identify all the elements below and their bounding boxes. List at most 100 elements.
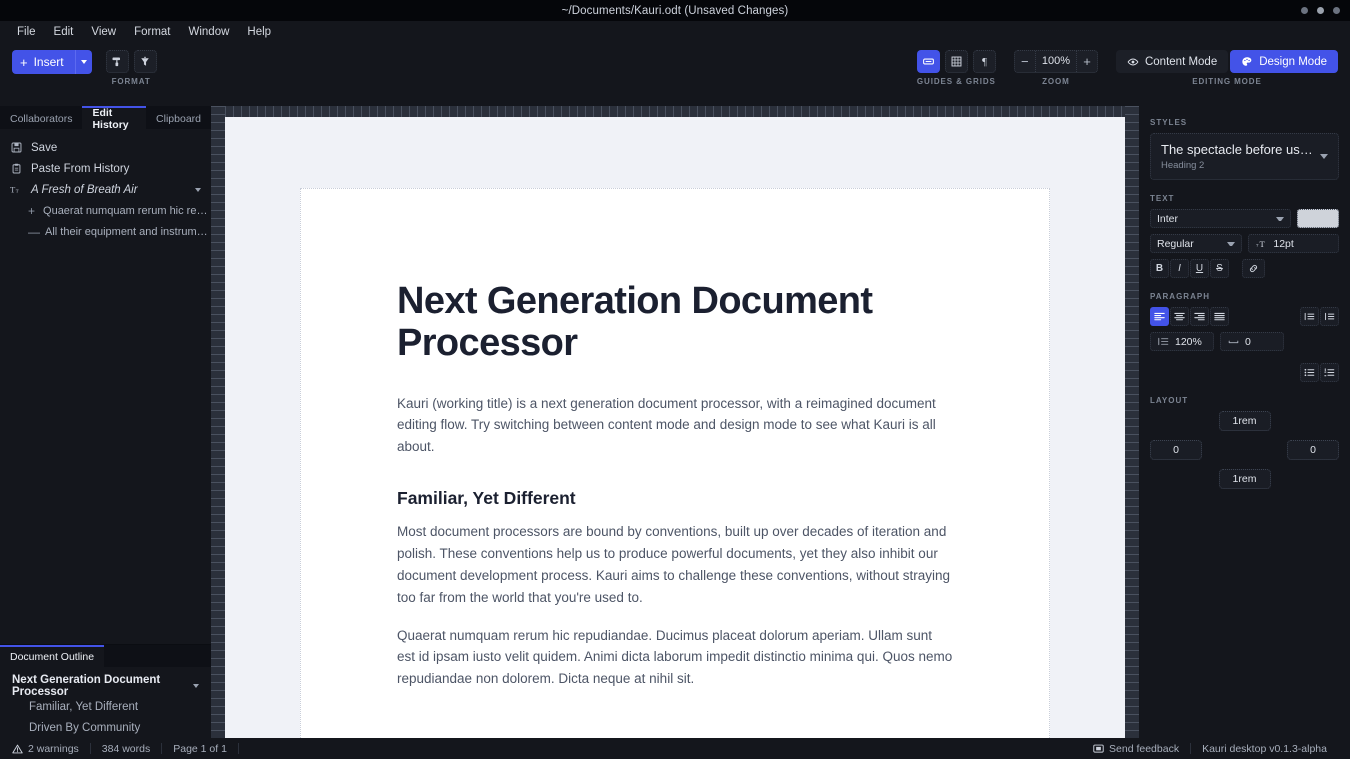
paint-format-button[interactable] (105, 50, 129, 73)
outline-tabs: Document Outline (0, 645, 211, 667)
content-mode-button[interactable]: Content Mode (1115, 50, 1229, 73)
align-justify-button[interactable] (1210, 307, 1229, 326)
document-outline-section: Document Outline Next Generation Documen… (0, 644, 211, 738)
insert-button[interactable]: + Insert (12, 50, 75, 74)
bold-label: B (1155, 263, 1164, 274)
menu-format[interactable]: Format (126, 24, 178, 40)
strikethrough-label: S (1216, 263, 1223, 274)
outline-root-item[interactable]: Next Generation Document Processor (0, 674, 211, 698)
line-height-input[interactable]: 120% (1150, 332, 1214, 351)
increase-indent-button[interactable] (1320, 307, 1339, 326)
menu-edit[interactable]: Edit (46, 24, 82, 40)
outline-item-familiar-yet-different[interactable]: Familiar, Yet Different (0, 696, 211, 717)
tab-edit-history[interactable]: Edit History (82, 106, 147, 131)
clear-format-button[interactable] (133, 50, 157, 73)
history-item-a-fresh-of-breath-air[interactable]: Tт A Fresh of Breath Air (0, 179, 211, 200)
align-right-button[interactable] (1190, 307, 1209, 326)
left-sidebar: Collaborators Edit History Clipboard Sav… (0, 106, 211, 738)
design-mode-button[interactable]: Design Mode (1230, 50, 1338, 73)
menu-file[interactable]: File (9, 24, 44, 40)
svg-text:т: т (1256, 242, 1259, 248)
paragraph-section: PARAGRAPH 120% 0 (1150, 292, 1339, 382)
status-version: Kauri desktop v0.1.3-alpha (1202, 742, 1327, 755)
outline-list: Next Generation Document Processor Famil… (0, 667, 211, 738)
title-bar: ~/Documents/Kauri.odt (Unsaved Changes) (0, 0, 1350, 21)
history-item-label: A Fresh of Breath Air (31, 183, 138, 196)
text-style-icon: Tт (10, 184, 23, 195)
margin-bottom-input[interactable]: 1rem (1218, 469, 1271, 489)
zoom-out-button[interactable]: − (1015, 51, 1035, 72)
italic-button[interactable]: I (1170, 259, 1189, 278)
document-page[interactable]: Next Generation Document Processor Kauri… (300, 188, 1050, 738)
font-weight-select[interactable]: Regular (1150, 234, 1243, 253)
window-title: ~/Documents/Kauri.odt (Unsaved Changes) (561, 4, 789, 17)
feedback-icon (1093, 744, 1104, 753)
font-family-select[interactable]: Inter (1150, 209, 1291, 228)
history-item-label: Save (31, 141, 58, 154)
status-warnings[interactable]: 2 warnings (12, 743, 90, 755)
chevron-down-icon[interactable] (193, 684, 199, 688)
insert-link-button[interactable] (1242, 259, 1265, 278)
history-item-label: Paste From History (31, 162, 130, 175)
numbered-list-button[interactable] (1320, 363, 1339, 382)
font-family-value: Inter (1157, 212, 1179, 225)
vertical-ruler-left (211, 106, 225, 738)
underline-button[interactable]: U (1190, 259, 1209, 278)
history-item-save[interactable]: Save (0, 137, 211, 158)
margin-right-input[interactable]: 0 (1287, 440, 1339, 460)
menu-window[interactable]: Window (181, 24, 238, 40)
style-selector[interactable]: The spectacle before us… Heading 2 (1150, 133, 1339, 180)
send-feedback-button[interactable]: Send feedback (1093, 743, 1190, 755)
font-size-input[interactable]: тT 12pt (1248, 234, 1339, 253)
menu-view[interactable]: View (83, 24, 124, 40)
send-feedback-label: Send feedback (1109, 742, 1180, 755)
tab-document-outline[interactable]: Document Outline (0, 645, 105, 667)
tab-clipboard[interactable]: Clipboard (146, 106, 211, 129)
paragraph-section-label: PARAGRAPH (1150, 292, 1210, 301)
history-child-item[interactable]: + Quaerat numquam rerum hic re… (0, 200, 211, 221)
align-center-button[interactable] (1170, 307, 1189, 326)
align-left-button[interactable] (1150, 307, 1169, 326)
bulleted-list-button[interactable] (1300, 363, 1319, 382)
funnel-icon (141, 56, 149, 66)
clipboard-icon (10, 163, 23, 174)
history-item-paste-from-history[interactable]: Paste From History (0, 158, 211, 179)
menu-help[interactable]: Help (239, 24, 279, 40)
document-intro-paragraph[interactable]: Kauri (working title) is a next generati… (397, 393, 953, 459)
toggle-guides-button[interactable] (916, 50, 940, 73)
strikethrough-button[interactable]: S (1210, 259, 1229, 278)
text-color-swatch[interactable] (1297, 209, 1339, 228)
margin-top-input[interactable]: 1rem (1218, 411, 1271, 431)
document-paragraph-familiar[interactable]: Most document processors are bound by co… (397, 521, 953, 608)
zoom-value[interactable]: 100% (1034, 51, 1077, 72)
document-paragraph-lorem[interactable]: Quaerat numquam rerum hic repudiandae. D… (397, 625, 953, 691)
decrease-indent-button[interactable] (1300, 307, 1319, 326)
status-divider (237, 743, 239, 754)
tab-collaborators[interactable]: Collaborators (0, 106, 82, 129)
letter-spacing-input[interactable]: 0 (1220, 332, 1284, 351)
document-heading-familiar[interactable]: Familiar, Yet Different (397, 488, 953, 509)
status-page-indicator[interactable]: Page 1 of 1 (162, 743, 238, 755)
letter-spacing-icon (1228, 340, 1239, 344)
chevron-down-icon[interactable] (1320, 154, 1328, 159)
outline-item-driven-by-community[interactable]: Driven By Community (0, 717, 211, 738)
history-child-item[interactable]: — All their equipment and instrum… (0, 221, 211, 242)
window-controls[interactable] (1301, 0, 1340, 21)
toggle-grid-button[interactable] (944, 50, 968, 73)
status-word-count: 384 words (101, 742, 151, 755)
link-icon (1249, 264, 1258, 273)
window-close-button[interactable] (1333, 7, 1340, 14)
floppy-disk-icon (10, 142, 23, 153)
zoom-in-button[interactable]: + (1077, 51, 1097, 72)
margin-left-input[interactable]: 0 (1150, 440, 1202, 460)
history-child-label: All their equipment and instrum… (45, 225, 208, 238)
chevron-down-icon[interactable] (195, 187, 201, 192)
insert-dropdown-button[interactable] (74, 50, 92, 74)
window-maximize-button[interactable] (1317, 7, 1324, 14)
bold-button[interactable]: B (1150, 259, 1169, 278)
canvas-scroll-area[interactable]: Next Generation Document Processor Kauri… (225, 106, 1125, 738)
window-minimize-button[interactable] (1301, 7, 1308, 14)
align-right-icon (1194, 312, 1205, 321)
document-title[interactable]: Next Generation Document Processor (397, 280, 953, 365)
toggle-formatting-marks-button[interactable]: ¶ (972, 50, 996, 73)
